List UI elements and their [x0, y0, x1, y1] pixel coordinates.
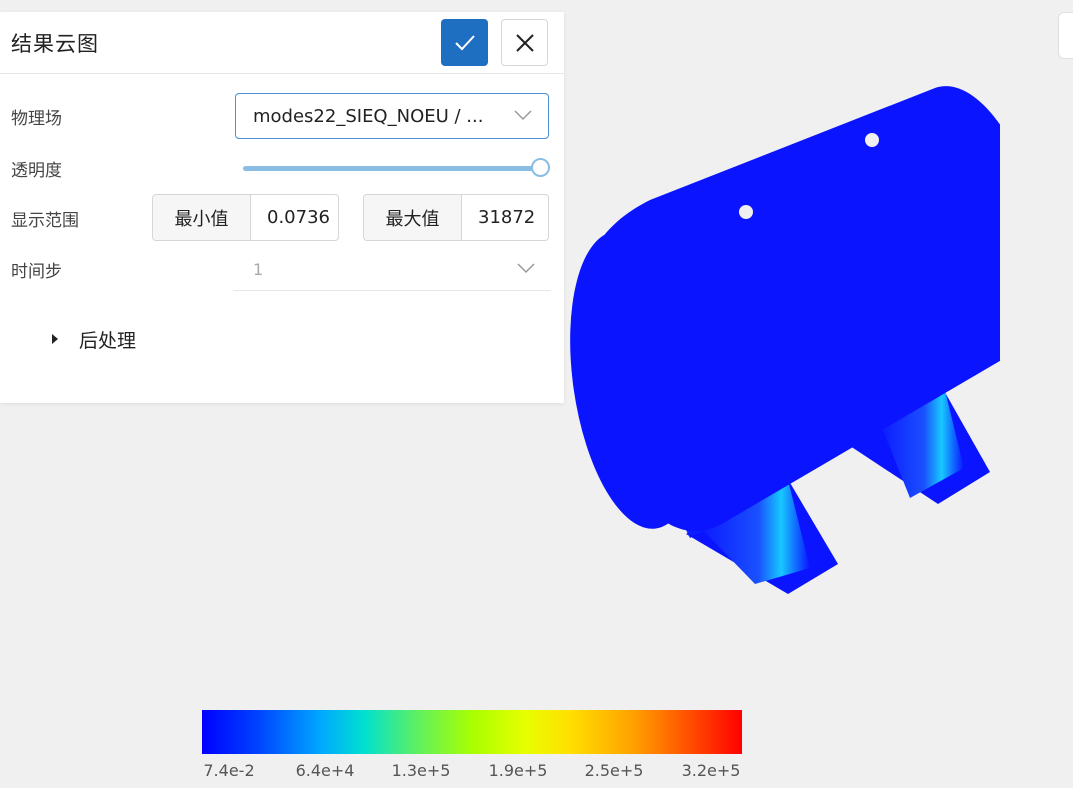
- min-value-group: 最小值: [152, 194, 339, 241]
- result-contour-panel: 结果云图 物理场 modes22_SIEQ_NOEU / ... 透明度 显示范…: [0, 12, 564, 403]
- post-processing-label: 后处理: [79, 329, 137, 352]
- close-button[interactable]: [501, 19, 548, 66]
- post-processing-toggle[interactable]: 后处理: [52, 326, 136, 352]
- tank-model[interactable]: [560, 80, 1000, 600]
- min-label: 最小值: [153, 195, 251, 240]
- min-value-input[interactable]: [251, 195, 338, 240]
- colorbar-tick: 3.2e+5: [681, 761, 741, 780]
- transparency-slider-handle[interactable]: [531, 158, 550, 177]
- colorbar-tick: 2.5e+5: [584, 761, 644, 780]
- confirm-button[interactable]: [441, 19, 488, 66]
- close-icon: [515, 33, 534, 52]
- color-legend-bar: [202, 710, 742, 754]
- check-icon: [454, 34, 475, 50]
- physical-field-select[interactable]: modes22_SIEQ_NOEU / ...: [235, 93, 549, 139]
- timestep-value: 1: [253, 260, 264, 279]
- max-value-group: 最大值: [363, 194, 549, 241]
- physical-field-value: modes22_SIEQ_NOEU / ...: [253, 106, 484, 127]
- chevron-down-icon: [514, 110, 532, 121]
- viewport-toolbar-edge[interactable]: [1058, 12, 1073, 59]
- panel-title: 结果云图: [11, 32, 99, 56]
- transparency-slider-track[interactable]: [243, 166, 540, 171]
- caret-right-icon: [52, 334, 58, 344]
- max-label: 最大值: [364, 195, 462, 240]
- max-value-input[interactable]: [462, 195, 548, 240]
- colorbar-tick: 7.4e-2: [203, 761, 255, 780]
- physical-field-label: 物理场: [11, 109, 62, 129]
- colorbar-tick: 1.3e+5: [391, 761, 451, 780]
- chevron-down-icon: [517, 263, 535, 274]
- timestep-select[interactable]: 1: [233, 252, 551, 291]
- display-range-label: 显示范围: [11, 211, 79, 231]
- transparency-label: 透明度: [11, 161, 62, 181]
- timestep-label: 时间步: [11, 262, 62, 282]
- colorbar-tick: 6.4e+4: [295, 761, 355, 780]
- colorbar-tick: 1.9e+5: [488, 761, 548, 780]
- panel-header: 结果云图: [0, 12, 564, 74]
